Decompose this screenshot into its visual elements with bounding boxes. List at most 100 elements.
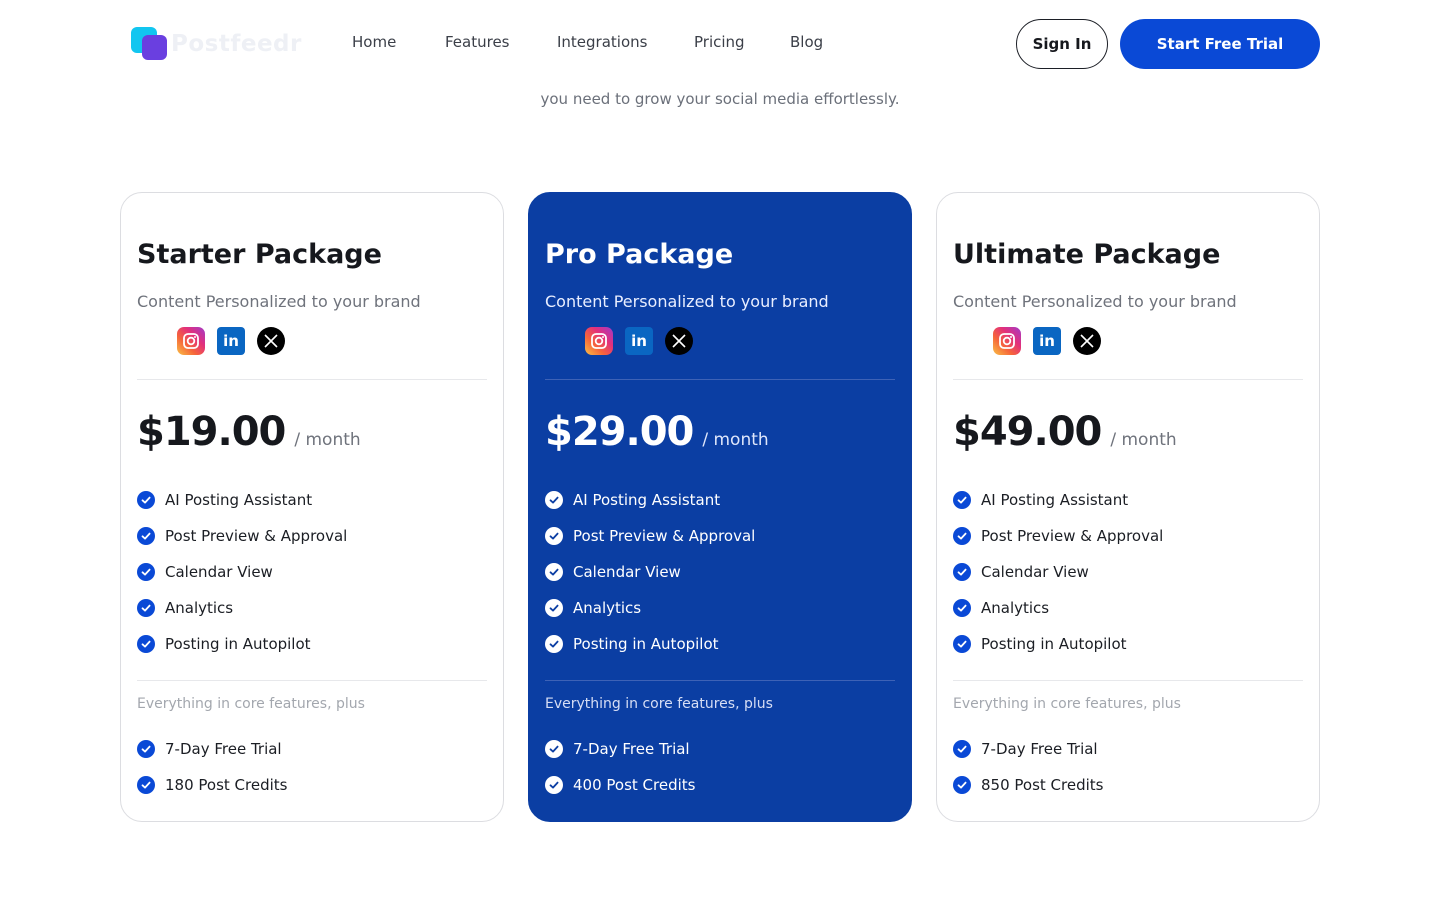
check-icon xyxy=(137,599,155,617)
extra-label: 400 Post Credits xyxy=(573,776,696,794)
check-icon xyxy=(953,563,971,581)
feature-label: Calendar View xyxy=(165,563,273,581)
feature-item: AI Posting Assistant xyxy=(545,489,720,511)
extra-item: 7-Day Free Trial xyxy=(137,738,282,760)
feature-label: Analytics xyxy=(165,599,234,617)
check-icon xyxy=(953,599,971,617)
instagram-icon xyxy=(585,327,613,355)
feature-label: AI Posting Assistant xyxy=(165,491,313,509)
feature-label: Calendar View xyxy=(981,563,1089,581)
plan-card-starter: Starter Package Content Personalized to … xyxy=(120,192,504,822)
extra-item: 850 Post Credits xyxy=(953,774,1103,796)
check-icon xyxy=(953,635,971,653)
extra-label: 7-Day Free Trial xyxy=(573,740,690,758)
check-icon xyxy=(545,563,563,581)
check-icon xyxy=(545,776,563,794)
nav-item-integrations[interactable]: Integrations xyxy=(557,33,647,51)
extra-item: 180 Post Credits xyxy=(137,774,287,796)
feature-item: Posting in Autopilot xyxy=(137,633,311,655)
instagram-icon xyxy=(177,327,205,355)
check-icon xyxy=(953,527,971,545)
social-platforms: in xyxy=(177,327,285,355)
x-icon xyxy=(1073,327,1101,355)
price-amount: $29.00 xyxy=(545,409,694,455)
x-icon xyxy=(665,327,693,355)
feature-label: Calendar View xyxy=(573,563,681,581)
check-icon xyxy=(545,599,563,617)
divider xyxy=(953,379,1303,380)
plan-card-ultimate: Ultimate Package Content Personalized to… xyxy=(936,192,1320,822)
check-icon xyxy=(137,491,155,509)
social-platforms: in xyxy=(993,327,1101,355)
feature-item: Posting in Autopilot xyxy=(953,633,1127,655)
check-icon xyxy=(137,740,155,758)
check-icon xyxy=(137,776,155,794)
nav-item-home[interactable]: Home xyxy=(352,33,396,51)
feature-label: Posting in Autopilot xyxy=(573,635,719,653)
nav-item-blog[interactable]: Blog xyxy=(790,33,823,51)
price-amount: $49.00 xyxy=(953,409,1102,455)
feature-item: Analytics xyxy=(953,597,1049,619)
feature-label: Analytics xyxy=(981,599,1050,617)
check-icon xyxy=(545,491,563,509)
sign-in-button[interactable]: Sign In xyxy=(1016,19,1108,69)
linkedin-icon: in xyxy=(1033,327,1061,355)
feature-label: AI Posting Assistant xyxy=(981,491,1129,509)
plus-label: Everything in core features, plus xyxy=(137,696,365,712)
feature-item: AI Posting Assistant xyxy=(953,489,1128,511)
check-icon xyxy=(545,527,563,545)
feature-label: Post Preview & Approval xyxy=(981,527,1164,545)
extra-label: 180 Post Credits xyxy=(165,776,288,794)
feature-item: Posting in Autopilot xyxy=(545,633,719,655)
feature-item: Calendar View xyxy=(545,561,681,583)
check-icon xyxy=(953,776,971,794)
feature-item: AI Posting Assistant xyxy=(137,489,312,511)
nav-item-pricing[interactable]: Pricing xyxy=(694,33,745,51)
check-icon xyxy=(545,635,563,653)
price-period: / month xyxy=(1110,430,1177,450)
price-period: / month xyxy=(702,430,769,450)
nav-item-features[interactable]: Features xyxy=(445,33,510,51)
feature-item: Analytics xyxy=(545,597,641,619)
price-amount: $19.00 xyxy=(137,409,286,455)
x-icon xyxy=(257,327,285,355)
linkedin-icon: in xyxy=(217,327,245,355)
site-header: Postfeedr Home Features Integrations Pri… xyxy=(0,0,1440,88)
divider xyxy=(545,379,895,380)
divider xyxy=(137,379,487,380)
feature-item: Post Preview & Approval xyxy=(545,525,755,547)
plan-title: Starter Package xyxy=(137,239,382,270)
plan-subtitle: Content Personalized to your brand xyxy=(137,292,421,311)
extra-label: 7-Day Free Trial xyxy=(981,740,1098,758)
plan-subtitle: Content Personalized to your brand xyxy=(545,292,829,311)
extra-item: 400 Post Credits xyxy=(545,774,695,796)
divider xyxy=(953,680,1303,681)
plan-subtitle: Content Personalized to your brand xyxy=(953,292,1237,311)
feature-item: Post Preview & Approval xyxy=(137,525,347,547)
social-platforms: in xyxy=(585,327,693,355)
plan-price: $19.00 / month xyxy=(137,409,361,455)
extra-item: 7-Day Free Trial xyxy=(953,738,1098,760)
plus-label: Everything in core features, plus xyxy=(545,696,773,712)
divider xyxy=(545,680,895,681)
start-free-trial-button[interactable]: Start Free Trial xyxy=(1120,19,1320,69)
extra-label: 850 Post Credits xyxy=(981,776,1104,794)
extra-label: 7-Day Free Trial xyxy=(165,740,282,758)
linkedin-icon: in xyxy=(625,327,653,355)
feature-label: Posting in Autopilot xyxy=(165,635,311,653)
feature-item: Analytics xyxy=(137,597,233,619)
plan-price: $29.00 / month xyxy=(545,409,769,455)
check-icon xyxy=(137,527,155,545)
plus-label: Everything in core features, plus xyxy=(953,696,1181,712)
feature-item: Calendar View xyxy=(137,561,273,583)
check-icon xyxy=(137,563,155,581)
extra-item: 7-Day Free Trial xyxy=(545,738,690,760)
plan-price: $49.00 / month xyxy=(953,409,1177,455)
check-icon xyxy=(545,740,563,758)
instagram-icon xyxy=(993,327,1021,355)
check-icon xyxy=(953,491,971,509)
feature-item: Calendar View xyxy=(953,561,1089,583)
feature-label: Posting in Autopilot xyxy=(981,635,1127,653)
check-icon xyxy=(953,740,971,758)
plan-card-pro: Pro Package Content Personalized to your… xyxy=(528,192,912,822)
